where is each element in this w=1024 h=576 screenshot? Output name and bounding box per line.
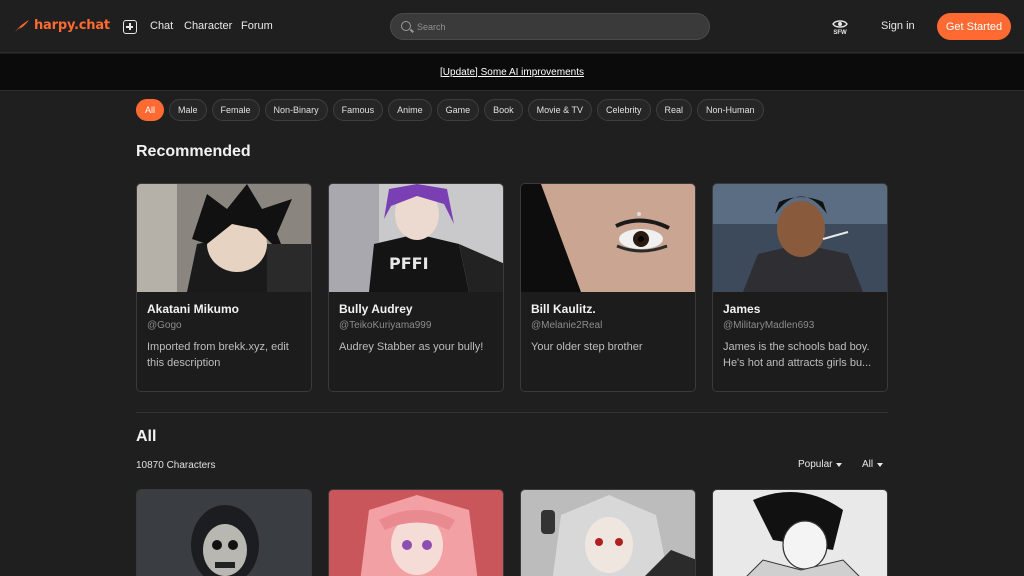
announcement-bar: [Update] Some AI improvements <box>0 54 1024 91</box>
harpy-feather-icon <box>15 19 29 32</box>
new-chat-icon[interactable] <box>123 20 137 34</box>
character-avatar-image <box>137 490 311 576</box>
character-avatar-image <box>521 184 695 292</box>
filter-value: All <box>862 459 874 470</box>
recommended-heading: Recommended <box>136 143 251 160</box>
filter-chip-non-binary[interactable]: Non-Binary <box>264 99 328 121</box>
filter-chip-book[interactable]: Book <box>484 99 523 121</box>
recommended-cards: Akatani Mikumo @Gogo Imported from brekk… <box>136 183 888 392</box>
logo[interactable]: harpy.chat <box>14 18 110 33</box>
filter-chip-all[interactable]: All <box>136 99 165 121</box>
character-description: Imported from brekk.xyz, edit this descr… <box>147 341 289 369</box>
character-handle[interactable]: @Gogo <box>147 320 182 331</box>
sort-value: Popular <box>798 459 833 470</box>
nav-chat[interactable]: Chat <box>150 20 173 32</box>
character-card[interactable] <box>712 489 888 576</box>
character-card[interactable]: Akatani Mikumo @Gogo Imported from brekk… <box>136 183 312 392</box>
filter-chip-non-human[interactable]: Non-Human <box>697 99 764 121</box>
character-name: Bill Kaulitz. <box>531 302 596 316</box>
filter-dropdown[interactable]: All <box>862 459 884 470</box>
character-avatar-image <box>713 184 887 292</box>
filter-chip-game[interactable]: Game <box>436 99 480 121</box>
character-avatar-image <box>713 490 887 576</box>
character-name: Bully Audrey <box>339 302 413 316</box>
character-avatar-image <box>521 490 695 576</box>
nav-character[interactable]: Character <box>184 20 232 32</box>
chevron-down-icon <box>836 462 843 467</box>
search-bar[interactable] <box>390 13 710 40</box>
brand-name: harpy.chat <box>34 18 110 33</box>
top-navbar: harpy.chat Chat Character Forum SFW Sign… <box>0 0 1024 53</box>
filter-chip-anime[interactable]: Anime <box>388 99 432 121</box>
sort-dropdown[interactable]: Popular <box>798 459 843 470</box>
character-description: James is the schools bad boy. He's hot a… <box>723 341 872 369</box>
character-handle[interactable]: @MilitaryMadlen693 <box>723 320 814 331</box>
character-handle[interactable]: @TeikoKuriyama999 <box>339 320 431 331</box>
all-heading: All <box>136 428 157 445</box>
character-card[interactable]: Bill Kaulitz. @Melanie2Real Your older s… <box>520 183 696 392</box>
character-count: 10870 Characters <box>136 460 216 471</box>
character-name: Akatani Mikumo <box>147 302 240 316</box>
character-avatar-image <box>137 184 311 292</box>
filter-chip-male[interactable]: Male <box>169 99 207 121</box>
category-filters: All Male Female Non-Binary Famous Anime … <box>136 99 764 121</box>
character-card[interactable] <box>136 489 312 576</box>
character-card[interactable] <box>520 489 696 576</box>
nav-forum[interactable]: Forum <box>241 20 273 32</box>
character-card[interactable] <box>328 489 504 576</box>
character-description: Audrey Stabber as your bully! <box>339 341 484 353</box>
get-started-button[interactable]: Get Started <box>937 13 1011 40</box>
filter-chip-famous[interactable]: Famous <box>332 99 384 121</box>
character-name: James <box>723 302 761 316</box>
character-avatar-image <box>329 490 503 576</box>
section-divider <box>136 412 888 413</box>
character-handle[interactable]: @Melanie2Real <box>531 320 602 331</box>
announcement-link[interactable]: [Update] Some AI improvements <box>440 67 584 78</box>
search-input[interactable] <box>417 19 697 35</box>
all-character-cards <box>136 489 888 576</box>
character-avatar-image: PFFI <box>329 184 503 292</box>
eye-icon <box>832 20 848 28</box>
filter-chip-female[interactable]: Female <box>211 99 260 121</box>
sfw-label: SFW <box>833 30 847 36</box>
filter-chip-celebrity[interactable]: Celebrity <box>597 99 651 121</box>
character-card[interactable]: James @MilitaryMadlen693 James is the sc… <box>712 183 888 392</box>
chevron-down-icon <box>877 462 884 467</box>
svg-text:PFFI: PFFI <box>389 254 429 273</box>
character-card[interactable]: PFFI Bully Audrey @TeikoKuriyama999 Audr… <box>328 183 504 392</box>
search-icon <box>401 21 411 31</box>
character-description: Your older step brother <box>531 341 643 353</box>
filter-chip-movie-tv[interactable]: Movie & TV <box>527 99 592 121</box>
filter-chip-real[interactable]: Real <box>655 99 693 121</box>
sfw-toggle[interactable]: SFW <box>830 19 850 36</box>
sign-in-link[interactable]: Sign in <box>881 20 915 32</box>
